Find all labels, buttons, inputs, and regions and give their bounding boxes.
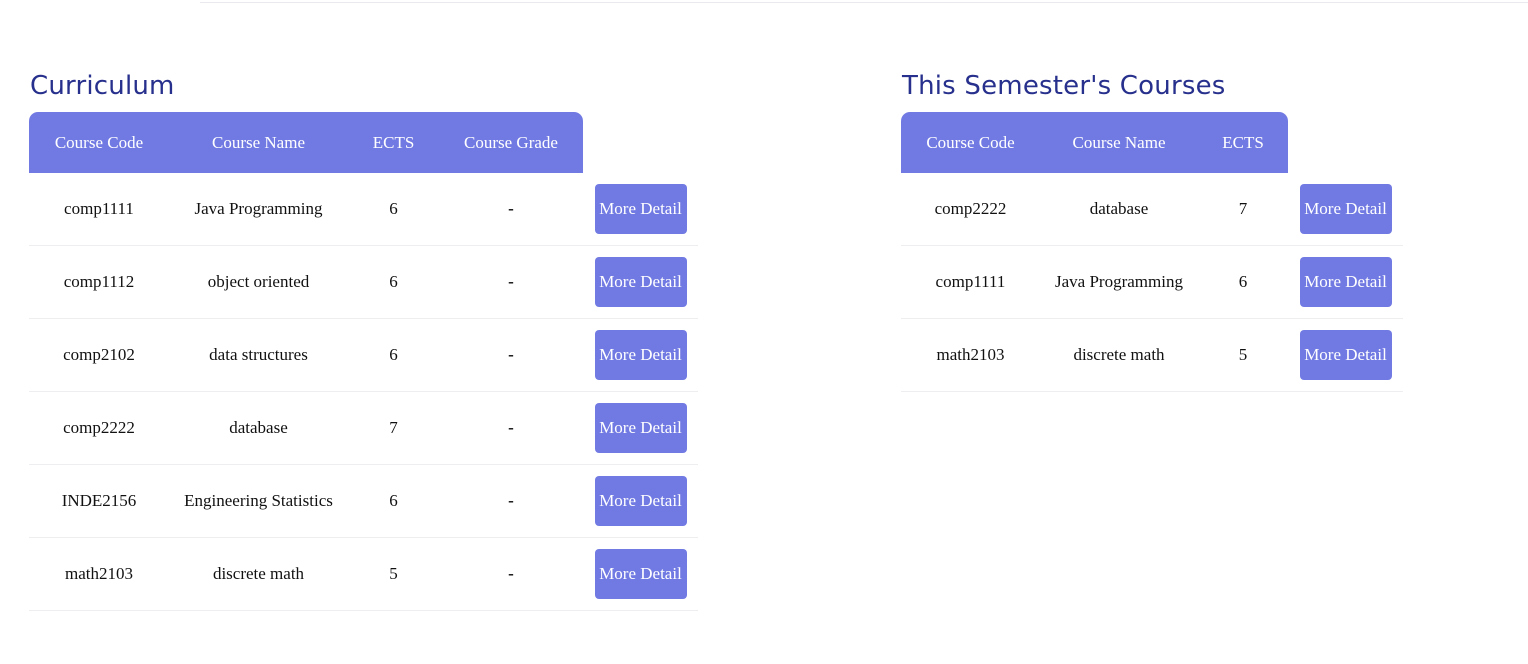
course-grade: -	[439, 173, 583, 246]
table-row: math2103 discrete math 5 More Detail	[901, 318, 1403, 392]
course-ects: 7	[1198, 173, 1288, 246]
course-ects: 6	[348, 464, 439, 538]
more-detail-button[interactable]: More Detail	[1299, 184, 1392, 234]
more-detail-button[interactable]: More Detail	[594, 549, 687, 599]
course-name: database	[1040, 173, 1198, 246]
table-row: comp1111 Java Programming 6 - More Detai…	[29, 173, 698, 246]
more-detail-button[interactable]: More Detail	[594, 184, 687, 234]
semester-courses-panel: This Semester's Courses Course Code Cour…	[901, 68, 1403, 392]
more-detail-button[interactable]: More Detail	[594, 476, 687, 526]
course-code: comp1112	[29, 245, 169, 319]
header-course-grade: Course Grade	[439, 112, 583, 173]
action-cell: More Detail	[583, 318, 698, 392]
table-row: comp1112 object oriented 6 - More Detail	[29, 245, 698, 319]
course-name: Engineering Statistics	[169, 464, 348, 538]
table-row: comp1111 Java Programming 6 More Detail	[901, 245, 1403, 319]
course-grade: -	[439, 537, 583, 611]
course-code: math2103	[29, 537, 169, 611]
action-cell: More Detail	[1288, 245, 1403, 319]
action-cell: More Detail	[583, 464, 698, 538]
curriculum-header-row: Course Code Course Name ECTS Course Grad…	[29, 112, 698, 173]
more-detail-button[interactable]: More Detail	[594, 403, 687, 453]
action-cell: More Detail	[583, 245, 698, 319]
course-ects: 6	[348, 245, 439, 319]
course-name: Java Programming	[1040, 245, 1198, 319]
course-code: comp2102	[29, 318, 169, 392]
course-grade: -	[439, 245, 583, 319]
action-cell: More Detail	[583, 537, 698, 611]
action-cell: More Detail	[583, 173, 698, 246]
course-code: comp2222	[29, 391, 169, 465]
header-course-code: Course Code	[901, 112, 1040, 173]
header-ects: ECTS	[1198, 112, 1288, 173]
course-ects: 5	[1198, 318, 1288, 392]
table-row: comp2222 database 7 More Detail	[901, 173, 1403, 246]
course-ects: 6	[348, 318, 439, 392]
table-row: comp2222 database 7 - More Detail	[29, 391, 698, 465]
top-divider	[200, 0, 1528, 3]
table-row: comp2102 data structures 6 - More Detail	[29, 318, 698, 392]
course-code: comp1111	[29, 173, 169, 246]
course-name: database	[169, 391, 348, 465]
more-detail-button[interactable]: More Detail	[594, 330, 687, 380]
course-code: comp2222	[901, 173, 1040, 246]
header-course-name: Course Name	[169, 112, 348, 173]
more-detail-button[interactable]: More Detail	[594, 257, 687, 307]
curriculum-title: Curriculum	[30, 71, 175, 101]
course-name: discrete math	[169, 537, 348, 611]
course-code: comp1111	[901, 245, 1040, 319]
action-cell: More Detail	[1288, 173, 1403, 246]
course-grade: -	[439, 318, 583, 392]
action-cell: More Detail	[1288, 318, 1403, 392]
course-grade: -	[439, 391, 583, 465]
action-cell: More Detail	[583, 391, 698, 465]
curriculum-table: Course Code Course Name ECTS Course Grad…	[29, 112, 698, 611]
course-grade: -	[439, 464, 583, 538]
course-name: Java Programming	[169, 173, 348, 246]
header-action-spacer	[1288, 112, 1403, 173]
semester-header-row: Course Code Course Name ECTS	[901, 112, 1403, 173]
course-code: INDE2156	[29, 464, 169, 538]
course-code: math2103	[901, 318, 1040, 392]
header-course-code: Course Code	[29, 112, 169, 173]
course-ects: 5	[348, 537, 439, 611]
course-name: object oriented	[169, 245, 348, 319]
header-course-name: Course Name	[1040, 112, 1198, 173]
header-ects: ECTS	[348, 112, 439, 173]
course-ects: 7	[348, 391, 439, 465]
header-action-spacer	[583, 112, 698, 173]
semester-courses-table: Course Code Course Name ECTS comp2222 da…	[901, 112, 1403, 392]
table-row: INDE2156 Engineering Statistics 6 - More…	[29, 464, 698, 538]
more-detail-button[interactable]: More Detail	[1299, 257, 1392, 307]
course-name: data structures	[169, 318, 348, 392]
course-name: discrete math	[1040, 318, 1198, 392]
curriculum-panel: Curriculum Course Code Course Name ECTS …	[29, 68, 698, 611]
course-ects: 6	[348, 173, 439, 246]
more-detail-button[interactable]: More Detail	[1299, 330, 1392, 380]
table-row: math2103 discrete math 5 - More Detail	[29, 537, 698, 611]
course-ects: 6	[1198, 245, 1288, 319]
semester-courses-title: This Semester's Courses	[902, 71, 1226, 101]
